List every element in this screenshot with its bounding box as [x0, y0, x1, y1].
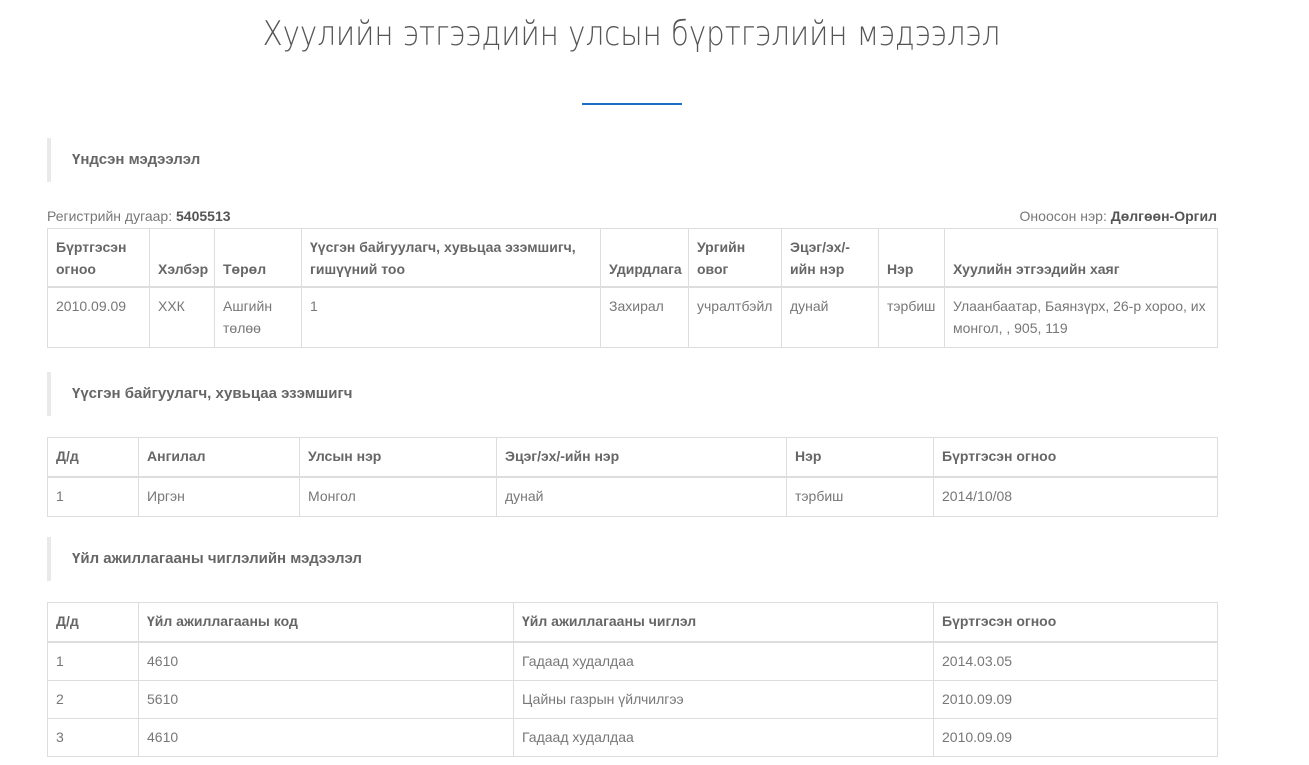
table-cell: 2010.09.09: [47, 286, 150, 348]
column-header: Бүртгэсэн огноо: [933, 437, 1218, 478]
table-cell: ХХК: [149, 286, 215, 348]
table-cell: учралтбэйл: [688, 286, 782, 348]
registration-value: 5405513: [176, 208, 231, 224]
table-cell: Монгол: [299, 476, 497, 517]
table-cell: тэрбиш: [786, 476, 934, 517]
table-cell: 2014.03.05: [933, 641, 1218, 681]
column-header: Бүртгэсэн огноо: [933, 602, 1218, 643]
table-cell: Улаанбаатар, Баянзүрх, 26-р хороо, их мо…: [944, 286, 1218, 348]
table-header-row: Бүртгэсэн огноо Хэлбэр Төрөл Үүсгэн байг…: [47, 228, 1218, 288]
table-cell: 1: [301, 286, 601, 348]
table-cell: 2014/10/08: [933, 476, 1218, 517]
table-cell: дунай: [781, 286, 879, 348]
table-cell: Гадаад худалдаа: [513, 641, 934, 681]
table-row: 3 4610 Гадаад худалдаа 2010.09.09: [47, 718, 1218, 757]
column-header: Д/д: [47, 437, 139, 478]
table-header-row: Д/д Ангилал Улсын нэр Эцэг/эх/-ийн нэр Н…: [47, 437, 1218, 478]
column-header: Үйл ажиллагааны код: [138, 602, 514, 643]
table-cell: Гадаад худалдаа: [513, 718, 934, 757]
registration-label: Регистрийн дугаар:: [47, 208, 173, 224]
table-cell: 4610: [138, 641, 514, 681]
column-header: Улсын нэр: [299, 437, 497, 478]
table-row: 1 4610 Гадаад худалдаа 2014.03.05: [47, 641, 1218, 681]
company-name-label: Оноосон нэр:: [1019, 208, 1107, 224]
table-cell: 2010.09.09: [933, 680, 1218, 719]
column-header: Эцэг/эх/-ийн нэр: [496, 437, 787, 478]
column-header: Нэр: [878, 228, 945, 288]
column-header: Ургийн овог: [688, 228, 782, 288]
table-cell: 2: [47, 680, 139, 719]
meta-row: Регистрийн дугаар: 5405513 Оноосон нэр: …: [47, 205, 1217, 227]
column-header: Бүртгэсэн огноо: [47, 228, 150, 288]
section-heading-founders: Үүсгэн байгуулагч, хувьцаа эзэмшигч: [47, 372, 1217, 416]
table-row: 2 5610 Цайны газрын үйлчилгээ 2010.09.09: [47, 680, 1218, 719]
column-header: Нэр: [786, 437, 934, 478]
activity-table: Д/д Үйл ажиллагааны код Үйл ажиллагааны …: [47, 602, 1218, 757]
column-header: Хэлбэр: [149, 228, 215, 288]
table-cell: Ашгийн төлөө: [214, 286, 302, 348]
table-cell: тэрбиш: [878, 286, 945, 348]
page-title: Хуулийн этгээдийн улсын бүртгэлийн мэдээ…: [262, 14, 1001, 54]
table-cell: Цайны газрын үйлчилгээ: [513, 680, 934, 719]
section-heading-basic: Үндсэн мэдээлэл: [47, 138, 1217, 182]
table-cell: 1: [47, 476, 139, 517]
table-row: 1 Иргэн Монгол дунай тэрбиш 2014/10/08: [47, 476, 1218, 517]
table-cell: 2010.09.09: [933, 718, 1218, 757]
table-cell: 3: [47, 718, 139, 757]
column-header: Үүсгэн байгуулагч, хувьцаа эзэмшигч, гиш…: [301, 228, 601, 288]
column-header: Удирдлага: [600, 228, 689, 288]
founders-table: Д/д Ангилал Улсын нэр Эцэг/эх/-ийн нэр Н…: [47, 437, 1218, 517]
section-heading-activity: Үйл ажиллагааны чиглэлийн мэдээлэл: [47, 537, 1217, 581]
table-cell: Захирал: [600, 286, 689, 348]
column-header: Үйл ажиллагааны чиглэл: [513, 602, 934, 643]
table-row: 2010.09.09 ХХК Ашгийн төлөө 1 Захирал уч…: [47, 286, 1218, 348]
table-cell: дунай: [496, 476, 787, 517]
company-name: Оноосон нэр: Дөлгөөн-Оргил: [1020, 205, 1217, 227]
column-header: Хуулийн этгээдийн хаяг: [944, 228, 1218, 288]
table-cell: 1: [47, 641, 139, 681]
registration-number: Регистрийн дугаар: 5405513: [47, 205, 231, 227]
table-cell: Иргэн: [138, 476, 300, 517]
basic-info-table: Бүртгэсэн огноо Хэлбэр Төрөл Үүсгэн байг…: [47, 228, 1218, 348]
company-name-value: Дөлгөөн-Оргил: [1110, 208, 1217, 224]
column-header: Төрөл: [214, 228, 302, 288]
column-header: Ангилал: [138, 437, 300, 478]
table-cell: 5610: [138, 680, 514, 719]
table-cell: 4610: [138, 718, 514, 757]
table-header-row: Д/д Үйл ажиллагааны код Үйл ажиллагааны …: [47, 602, 1218, 643]
title-underline: [582, 103, 682, 105]
column-header: Эцэг/эх/-ийн нэр: [781, 228, 879, 288]
column-header: Д/д: [47, 602, 139, 643]
